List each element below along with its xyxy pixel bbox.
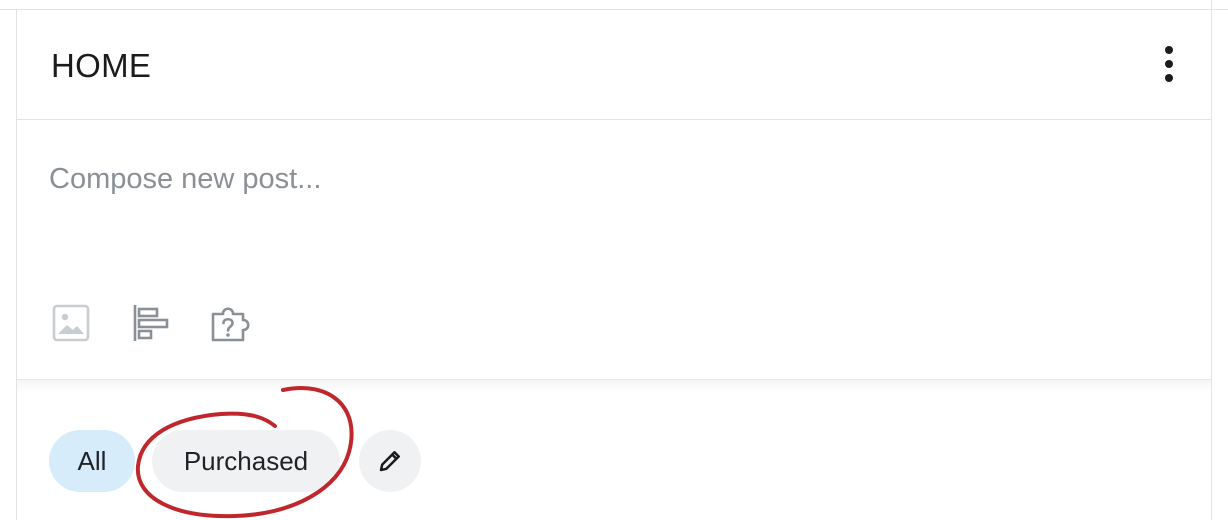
add-poll-button[interactable] [129, 301, 173, 345]
filter-chip-all[interactable]: All [49, 430, 135, 492]
edit-filters-button[interactable] [359, 430, 421, 492]
right-border [1211, 0, 1212, 520]
post-composer [17, 121, 1211, 379]
more-vertical-icon-dot [1165, 74, 1173, 82]
filter-chip-label: All [77, 445, 107, 476]
filter-chip-label: Purchased [183, 445, 309, 476]
add-quiz-button[interactable] [209, 301, 253, 345]
quiz-icon [211, 307, 250, 342]
compose-post-input[interactable] [49, 157, 1169, 201]
page-header: HOME [17, 10, 1211, 120]
poll-icon [133, 305, 169, 341]
add-image-button[interactable] [49, 301, 93, 345]
section-divider [17, 379, 1211, 393]
more-vertical-icon-dot [1165, 60, 1173, 68]
image-icon [52, 304, 90, 342]
home-feed-page: HOME Compose new post... All Purchased [0, 0, 1228, 520]
page-title: HOME [51, 47, 152, 84]
more-options-button[interactable] [1151, 40, 1187, 88]
pencil-icon [379, 451, 400, 472]
filter-chip-purchased[interactable]: Purchased [152, 430, 340, 492]
more-vertical-icon [1165, 46, 1173, 54]
